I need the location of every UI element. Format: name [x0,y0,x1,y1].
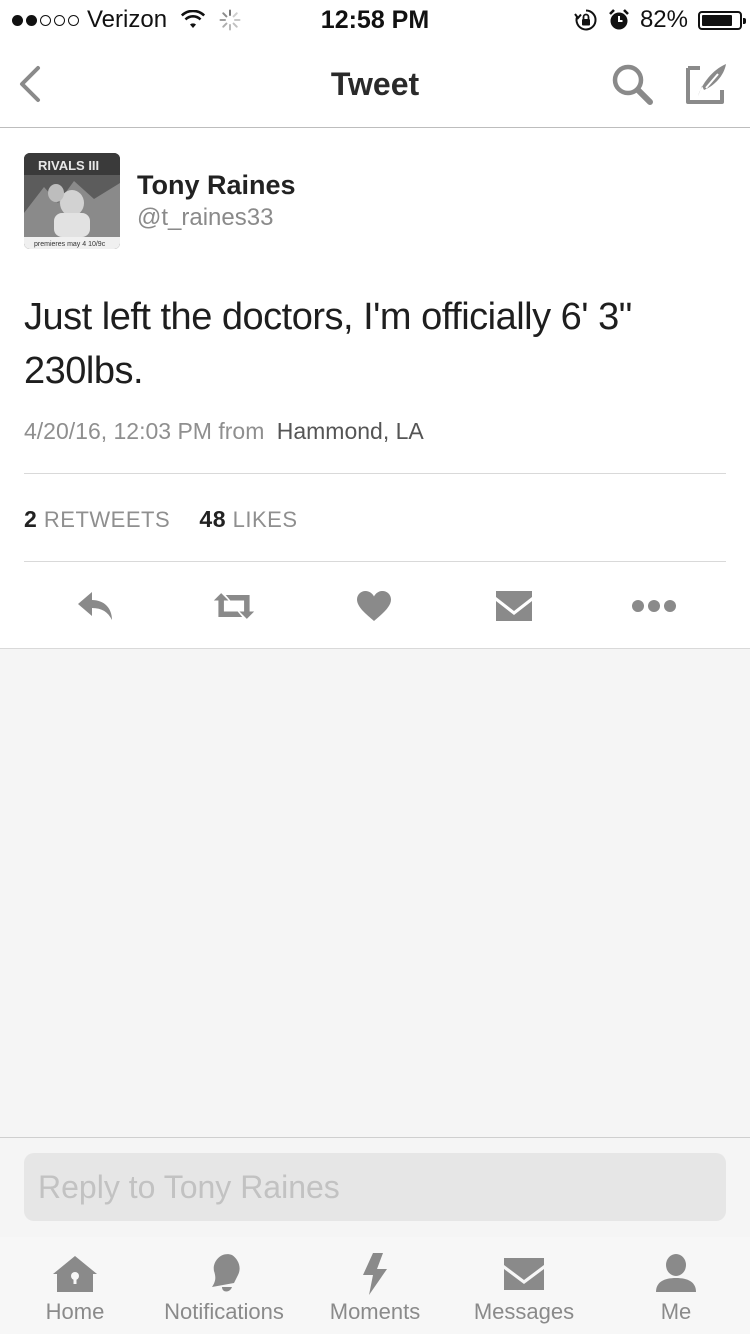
tab-me[interactable]: Me [646,1237,706,1334]
tweet-timestamp-line: 4/20/16, 12:03 PM from Hammond, LA [24,418,424,445]
alarm-icon [608,8,630,32]
rotation-lock-icon [574,8,598,32]
compose-tweet-icon[interactable] [684,60,730,106]
retweet-icon[interactable] [212,586,256,626]
tab-moments[interactable]: Moments [324,1237,426,1334]
like-icon[interactable] [352,586,396,626]
profile-icon [654,1253,698,1295]
likes-label: LIKES [232,507,298,532]
avatar-title-text: RIVALS III [38,158,99,173]
likes-count: 48 [199,506,226,532]
reply-icon[interactable] [74,586,118,626]
reply-input[interactable] [24,1153,726,1221]
divider [24,561,726,562]
more-icon[interactable] [630,586,678,626]
tweet-text: Just left the doctors, I'm officially 6'… [24,296,632,392]
avatar-caption-text: premieres may 4 10/9c [34,241,106,248]
author-handle[interactable]: @t_raines33 [137,204,273,232]
divider [24,473,726,474]
tweet-detail: RIVALS III premieres may 4 10/9c Tony Ra… [0,128,750,649]
conversation-area [0,649,750,1137]
battery-percent: 82% [639,6,688,33]
retweets-label: RETWEETS [43,507,171,532]
status-bar: Verizon 12:58 PM 82% [0,0,750,40]
search-icon[interactable] [610,62,654,106]
moments-icon [361,1253,389,1295]
tab-home[interactable]: Home [34,1237,116,1334]
likes-stat[interactable]: 48 LIKES [199,506,298,532]
notifications-icon [204,1253,244,1295]
home-icon [51,1253,99,1295]
author-name[interactable]: Tony Raines [137,170,296,201]
navigation-bar: Tweet [0,40,750,128]
retweets-stat[interactable]: 2 RETWEETS [24,506,177,532]
tab-messages[interactable]: Messages [468,1237,580,1334]
tweet-location[interactable]: Hammond, LA [277,418,424,444]
tweet-timestamp: 4/20/16, 12:03 PM [24,418,212,444]
tab-bar: Home Notifications Moments Messages Me [0,1237,750,1334]
tab-label: Messages [473,1299,575,1324]
from-label: from [218,418,265,444]
tab-label: Home [45,1299,105,1324]
messages-icon [502,1253,546,1295]
tab-label: Moments [329,1299,421,1324]
direct-message-icon[interactable] [492,586,536,626]
retweets-count: 2 [24,506,38,532]
avatar[interactable]: RIVALS III premieres may 4 10/9c [24,153,120,249]
tab-label: Me [660,1299,692,1324]
tab-notifications[interactable]: Notifications [154,1237,294,1334]
reply-bar [0,1137,750,1237]
tab-label: Notifications [164,1299,284,1324]
tweet-actions [0,580,750,632]
battery-icon [698,10,746,30]
tweet-stats: 2 RETWEETS 48 LIKES [24,506,298,533]
